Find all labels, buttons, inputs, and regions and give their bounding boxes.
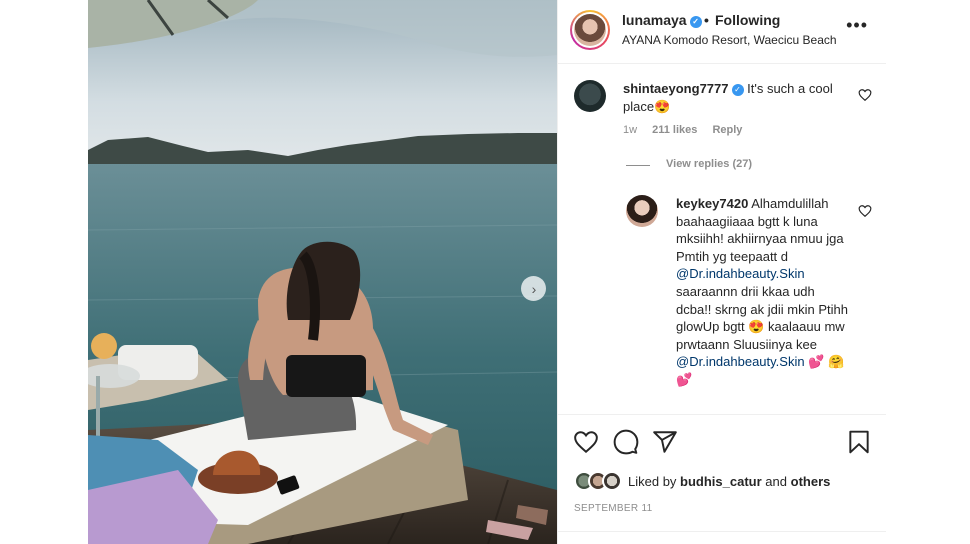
- heart-icon[interactable]: [573, 429, 599, 455]
- view-replies-button[interactable]: View replies (27): [666, 158, 752, 170]
- more-horizontal-icon[interactable]: •••: [846, 16, 868, 34]
- reply-text-part: saaraannn drii kkaa udh dcba!! skrng ak …: [676, 283, 848, 352]
- comments-list[interactable]: shintaeyong7777 ✓ It's such a cool place😍…: [558, 64, 886, 414]
- comment-meta: 1w 211 likes Reply: [623, 124, 754, 136]
- right-margin: [885, 0, 970, 544]
- reply-commenter-username[interactable]: keykey7420: [676, 196, 748, 211]
- reply-comment-body: keykey7420 Alhamdulillah baahaagiiaaa bg…: [676, 195, 851, 389]
- author-username[interactable]: lunamaya: [622, 12, 687, 28]
- post-photo[interactable]: [88, 0, 557, 544]
- comment-body: shintaeyong7777 ✓ It's such a cool place😍: [623, 80, 848, 116]
- author-username-row: lunamaya ✓: [622, 12, 702, 28]
- reply-button[interactable]: Reply: [712, 124, 742, 136]
- liked-by-others[interactable]: others: [791, 474, 831, 489]
- author-avatar[interactable]: [570, 10, 610, 50]
- liked-by-connector: and: [765, 473, 787, 489]
- header-separator: •: [704, 12, 709, 28]
- comment-age[interactable]: 1w: [623, 124, 637, 136]
- left-margin: [0, 0, 88, 544]
- instagram-post-viewer: › lunamaya ✓ • Following AYANA Komodo Res…: [0, 0, 970, 544]
- post-actions: Liked by budhis_catur and others SEPTEMB…: [558, 414, 886, 544]
- liked-by-prefix: Liked by: [628, 473, 677, 489]
- beach-scene-image: [88, 0, 557, 544]
- comment-like-heart-icon[interactable]: [858, 88, 872, 102]
- liked-by-text: Liked by budhis_catur and others: [628, 474, 830, 489]
- replies-divider: [626, 165, 650, 166]
- bookmark-icon[interactable]: [846, 429, 872, 455]
- post-location[interactable]: AYANA Komodo Resort, Waecicu Beach: [622, 33, 837, 47]
- chevron-right-icon: ›: [531, 280, 537, 297]
- comment-icon[interactable]: [613, 429, 639, 455]
- verified-badge-icon: ✓: [731, 84, 744, 96]
- post-details-panel: lunamaya ✓ • Following AYANA Komodo Resor…: [557, 0, 886, 544]
- reply-commenter-avatar[interactable]: [626, 195, 658, 227]
- mention-link[interactable]: @Dr.indahbeauty.Skin: [676, 354, 805, 369]
- comment-likes[interactable]: 211 likes: [652, 124, 697, 136]
- reply-like-heart-icon[interactable]: [858, 204, 872, 218]
- next-photo-button[interactable]: ›: [521, 276, 546, 301]
- liked-by-user[interactable]: budhis_catur: [680, 474, 762, 489]
- following-button[interactable]: Following: [715, 12, 780, 28]
- commenter-username[interactable]: shintaeyong7777: [623, 81, 729, 96]
- post-date[interactable]: SEPTEMBER 11: [574, 503, 652, 514]
- liked-by-row: Liked by budhis_catur and others: [574, 471, 830, 491]
- commenter-avatar[interactable]: [574, 80, 606, 112]
- liker-avatar[interactable]: [602, 471, 622, 491]
- send-icon[interactable]: [652, 429, 678, 455]
- verified-badge-icon: ✓: [689, 16, 702, 28]
- post-header: lunamaya ✓ • Following AYANA Komodo Resor…: [558, 0, 886, 64]
- mention-link[interactable]: @Dr.indahbeauty.Skin: [676, 266, 805, 281]
- divider: [558, 531, 886, 532]
